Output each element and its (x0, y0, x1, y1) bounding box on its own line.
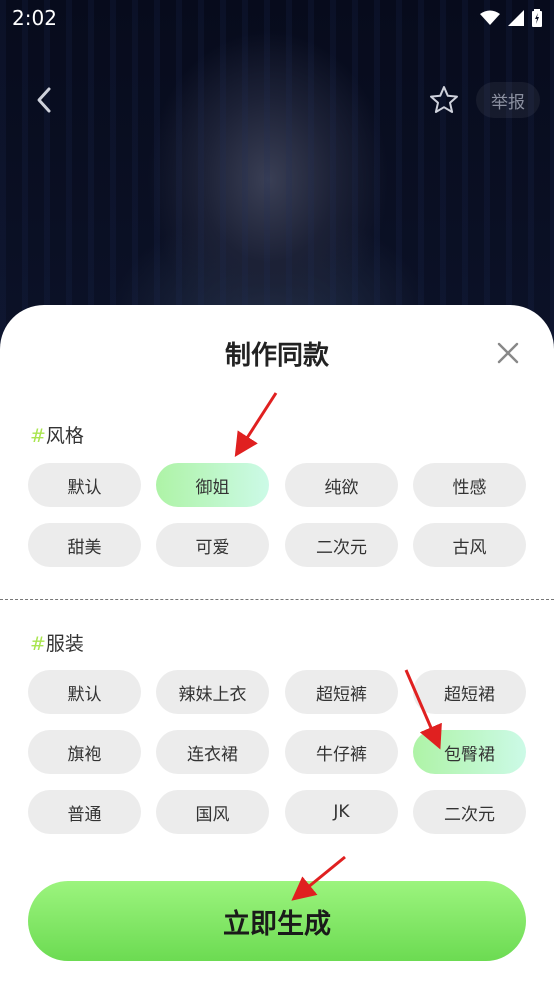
section-divider (0, 599, 554, 600)
close-icon (497, 342, 519, 364)
battery-icon (532, 9, 542, 27)
favorite-button[interactable] (424, 82, 464, 118)
outfit-chip-jeans[interactable]: 牛仔裤 (285, 730, 398, 774)
generate-button[interactable]: 立即生成 (28, 881, 526, 961)
make-same-sheet: 制作同款 #风格 默认 御姐 纯欲 性感 甜美 可爱 二次元 古风 #服装 默认… (0, 305, 554, 984)
outfit-chip-guofeng[interactable]: 国风 (156, 790, 269, 834)
outfit-chip-mini-skirt[interactable]: 超短裙 (413, 670, 526, 714)
style-chip-yujie[interactable]: 御姐 (156, 463, 269, 507)
close-button[interactable] (493, 338, 523, 368)
outfit-chip-jk[interactable]: JK (285, 790, 398, 834)
style-chip-chunyu[interactable]: 纯欲 (285, 463, 398, 507)
status-bar: 2:02 (0, 0, 554, 36)
status-icons (480, 9, 542, 27)
sheet-title: 制作同款 (224, 341, 329, 371)
status-time: 2:02 (12, 6, 57, 30)
outfit-chip-anime[interactable]: 二次元 (413, 790, 526, 834)
style-section-title: #风格 (30, 421, 84, 448)
outfit-chip-hot-top[interactable]: 辣妹上衣 (156, 670, 269, 714)
star-icon (430, 86, 458, 113)
chevron-left-icon (37, 87, 51, 113)
signal-icon (508, 10, 524, 26)
wifi-icon (480, 10, 500, 25)
style-title-text: 风格 (45, 425, 84, 447)
style-chip-default[interactable]: 默认 (28, 463, 141, 507)
style-hash: # (30, 425, 46, 447)
outfit-chip-dress[interactable]: 连衣裙 (156, 730, 269, 774)
style-chip-sweet[interactable]: 甜美 (28, 523, 141, 567)
style-chip-cute[interactable]: 可爱 (156, 523, 269, 567)
back-button[interactable] (26, 82, 62, 118)
outfit-hash: # (30, 633, 46, 655)
style-chip-anime[interactable]: 二次元 (285, 523, 398, 567)
outfit-chip-qipao[interactable]: 旗袍 (28, 730, 141, 774)
outfit-chip-pencil-skirt[interactable]: 包臀裙 (413, 730, 526, 774)
outfit-section-title: #服装 (30, 629, 84, 656)
outfit-chip-short-pants[interactable]: 超短裤 (285, 670, 398, 714)
outfit-title-text: 服装 (45, 633, 84, 655)
style-chip-sexy[interactable]: 性感 (413, 463, 526, 507)
report-button[interactable]: 举报 (476, 82, 540, 118)
outfit-chip-default[interactable]: 默认 (28, 670, 141, 714)
outfit-chip-normal[interactable]: 普通 (28, 790, 141, 834)
style-chip-ancient[interactable]: 古风 (413, 523, 526, 567)
